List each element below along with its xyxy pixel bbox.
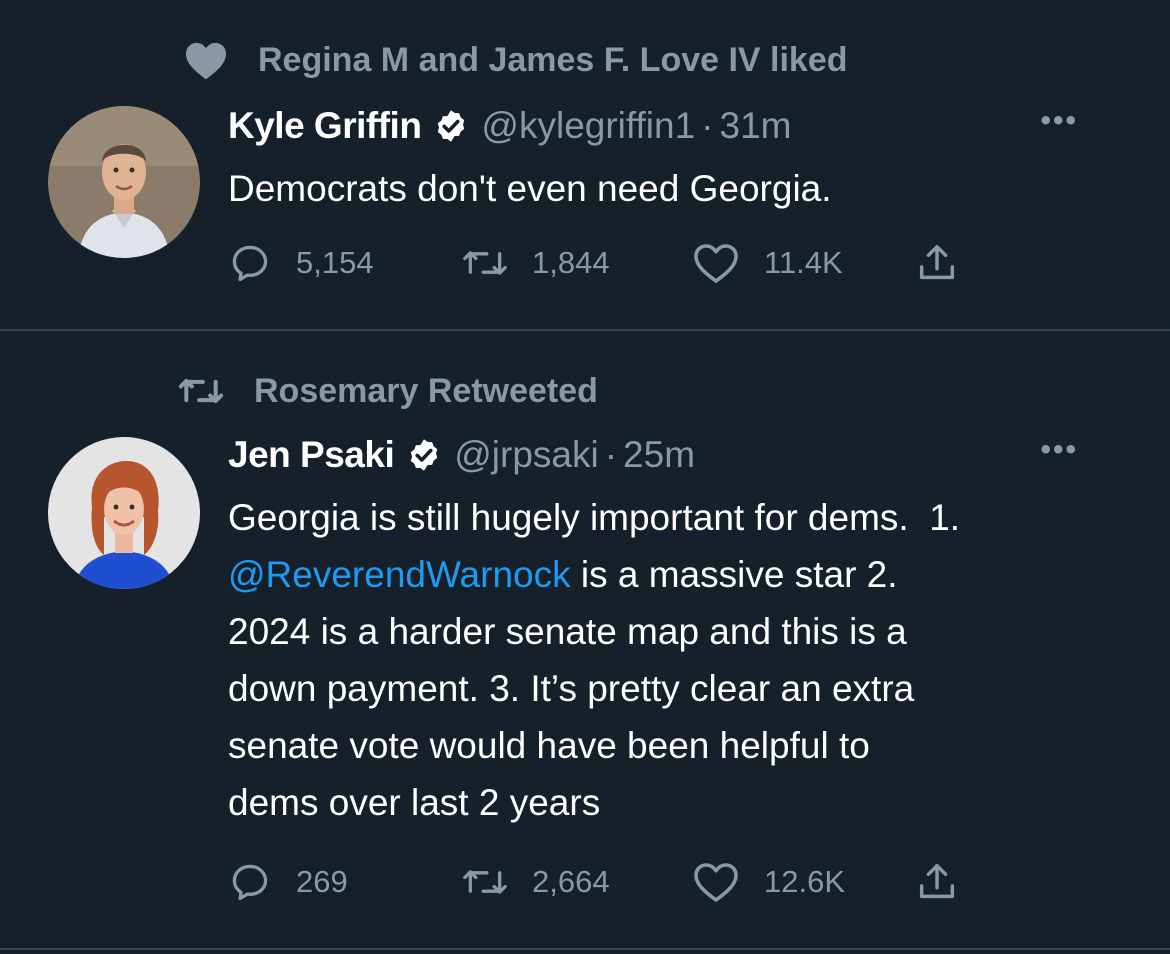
- like-count: 11.4K: [764, 245, 843, 280]
- share-button[interactable]: [914, 859, 960, 905]
- retweet-count: 1,844: [532, 245, 610, 280]
- heart-outline-icon: [694, 863, 738, 902]
- like-count: 12.6K: [764, 864, 846, 899]
- more-options-icon[interactable]: •••: [1040, 433, 1078, 467]
- social-context-text: Regina M and James F. Love IV liked: [258, 40, 848, 79]
- more-options-icon[interactable]: •••: [1040, 104, 1078, 138]
- retweet-button[interactable]: 2,664: [460, 860, 692, 904]
- reply-count: 269: [296, 864, 348, 899]
- separator-dot: ·: [604, 434, 618, 475]
- retweet-icon: [148, 369, 228, 413]
- separator-dot: ·: [701, 105, 714, 146]
- reply-icon: [232, 245, 268, 282]
- tweet-jen-psaki[interactable]: Rosemary Retweeted Jen Psaki @jrpsaki ·: [0, 331, 1170, 950]
- author-name[interactable]: Kyle Griffin: [228, 105, 422, 147]
- retweet-count: 2,664: [532, 864, 610, 899]
- tweet-kyle-griffin[interactable]: Regina M and James F. Love IV liked Kyle…: [0, 0, 1170, 330]
- tweet-actions: 269 2,664 12.6K: [228, 857, 960, 907]
- verified-badge-icon: [433, 108, 469, 144]
- retweet-button[interactable]: 1,844: [460, 241, 692, 285]
- reply-button[interactable]: 5,154: [228, 241, 460, 285]
- tweet-header: Kyle Griffin @kylegriffin1 · 31m •••: [228, 100, 1130, 152]
- author-handle[interactable]: @jrpsaki: [454, 434, 598, 476]
- share-icon: [919, 863, 955, 899]
- author-name[interactable]: Jen Psaki: [228, 434, 395, 476]
- tweet-header: Jen Psaki @jrpsaki · 25m •••: [228, 429, 1130, 481]
- retweet-icon: [463, 870, 507, 894]
- tweet-body-text: Georgia is still hugely important for de…: [228, 497, 961, 538]
- social-context-text: Rosemary Retweeted: [254, 371, 598, 410]
- avatar-kyle-griffin[interactable]: [48, 106, 200, 258]
- avatar-jen-psaki[interactable]: [48, 437, 200, 589]
- like-button[interactable]: 11.4K: [692, 241, 914, 285]
- share-button[interactable]: [914, 240, 960, 286]
- reply-button[interactable]: 269: [228, 860, 460, 904]
- heart-outline-icon: [694, 244, 738, 283]
- mention-link[interactable]: @ReverendWarnock: [228, 554, 571, 595]
- author-handle[interactable]: @kylegriffin1: [481, 105, 695, 147]
- timeline-feed: Regina M and James F. Love IV liked Kyle…: [0, 0, 1170, 954]
- social-context-liked: Regina M and James F. Love IV liked: [148, 34, 848, 86]
- social-context-retweeted: Rosemary Retweeted: [148, 365, 598, 417]
- verified-badge-icon: [406, 437, 442, 473]
- tweet-time[interactable]: 31m: [720, 105, 792, 147]
- share-icon: [919, 244, 955, 280]
- reply-icon: [232, 864, 268, 901]
- tweet-time[interactable]: 25m: [623, 434, 695, 476]
- tweet-actions: 5,154 1,844 11.4K: [228, 238, 960, 288]
- reply-count: 5,154: [296, 245, 374, 280]
- heart-filled-icon: [148, 40, 228, 80]
- like-button[interactable]: 12.6K: [692, 860, 914, 904]
- tweet-body: Georgia is still hugely important for de…: [228, 489, 1128, 831]
- tweet-divider: [0, 948, 1170, 950]
- tweet-body: Democrats don't even need Georgia.: [228, 168, 832, 209]
- retweet-icon: [463, 251, 507, 275]
